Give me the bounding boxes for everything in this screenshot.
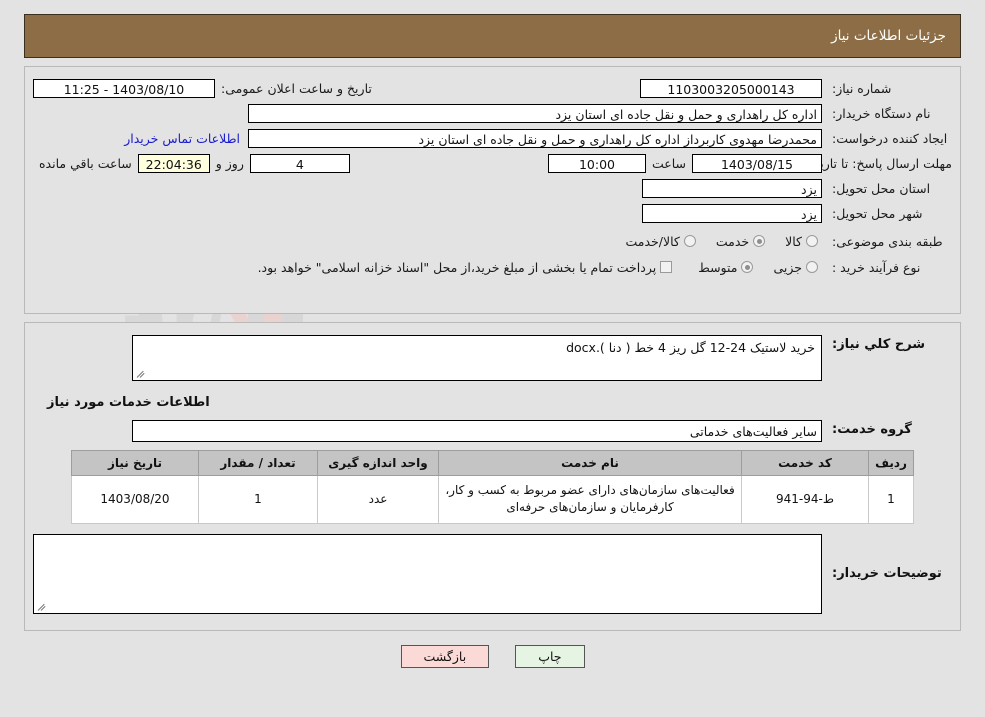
service-group-value: سایر فعالیت‌های خدماتی [132, 420, 822, 442]
page-title: جزئیات اطلاعات نیاز [831, 28, 946, 44]
resize-grip-icon[interactable] [136, 368, 146, 378]
cell-service-name: فعالیت‌های سازمان‌های دارای عضو مربوط به… [438, 475, 742, 524]
request-creator-value: محمدرضا مهدوی کاربرداز اداره کل راهداری … [248, 128, 822, 148]
buyer-notes-textarea[interactable] [33, 533, 822, 614]
category-option-goods[interactable]: کالا [769, 234, 822, 249]
action-button-bar: چاپ بازگشت [0, 644, 985, 668]
treasury-doc-label: پرداخت تمام یا بخشی از مبلغ خرید،از محل … [257, 259, 657, 275]
buyer-org-row: نام دستگاه خریدار: اداره کل راهداری و حم… [25, 102, 960, 124]
radio-medium-icon[interactable] [741, 261, 754, 273]
response-deadline-row: مهلت ارسال پاسخ: تا تاریخ: 1403/08/15 سا… [25, 152, 960, 174]
th-unit: واحد اندازه گیری [317, 450, 439, 476]
request-creator-label: ایجاد کننده درخواست: [832, 130, 948, 146]
delivery-province-value: یزد [642, 178, 822, 198]
general-description-label: شرح کلي نیاز: [832, 337, 926, 352]
table-header-row: ردیف کد خدمت نام خدمت واحد اندازه گیری ت… [71, 450, 914, 476]
hour-word-label: ساعت [651, 155, 686, 171]
category-option-goods-service[interactable]: کالا/خدمت [609, 234, 699, 249]
radio-minor-icon[interactable] [806, 261, 818, 273]
response-deadline-label: مهلت ارسال پاسخ: تا تاریخ: [807, 155, 952, 171]
purchase-process-label: نوع فرآیند خرید : [832, 259, 921, 275]
delivery-province-label: استان محل تحویل: [832, 180, 931, 196]
radio-goods-icon[interactable] [806, 235, 818, 247]
remaining-word-label: ساعت باقي مانده [39, 155, 132, 171]
buyer-org-value: اداره کل راهداری و حمل و نقل جاده ای است… [248, 103, 822, 123]
buyer-contact-link[interactable]: اطلاعات تماس خریدار [124, 131, 240, 146]
general-description-row: شرح کلي نیاز: خرید لاستیک 24-12 گل ریز 4… [25, 335, 960, 381]
checkbox-treasury-icon[interactable] [660, 261, 673, 273]
publish-datetime-value: 1403/08/10 - 11:25 [33, 78, 215, 98]
service-group-label: گروه خدمت: [832, 422, 912, 437]
deadline-date-value: 1403/08/15 [692, 153, 822, 173]
category-goods-service-label: کالا/خدمت [625, 233, 680, 249]
cell-unit: عدد [317, 475, 439, 524]
cell-service-code: ط-94-941 [741, 475, 869, 524]
radio-service-icon[interactable] [753, 235, 766, 247]
purchase-process-row: نوع فرآیند خرید : جزیی متوسط پرداخت تمام… [25, 256, 960, 278]
general-description-textarea[interactable]: خرید لاستیک 24-12 گل ریز 4 خط ( دنا ).do… [132, 335, 822, 381]
deadline-time-value: 10:00 [547, 153, 646, 173]
remaining-days-value: 4 [249, 153, 350, 173]
page-header-band: جزئیات اطلاعات نیاز [24, 14, 961, 58]
days-word-label: روز و [215, 155, 244, 171]
th-index: ردیف [868, 450, 914, 476]
cell-index: 1 [868, 475, 914, 524]
table-row: 1 ط-94-941 فعالیت‌های سازمان‌های دارای ع… [71, 475, 914, 524]
back-button[interactable]: بازگشت [400, 644, 490, 668]
countdown-timer-value: 22:04:36 [137, 153, 210, 173]
need-number-value: 1103003205000143 [640, 78, 822, 98]
category-option-service[interactable]: خدمت [700, 234, 769, 249]
th-need-date: تاریخ نیاز [71, 450, 199, 476]
delivery-province-row: استان محل تحویل: یزد [25, 177, 960, 199]
category-service-label: خدمت [715, 233, 750, 249]
need-summary-panel: شماره نیاز: 1103003205000143 تاریخ و ساع… [24, 66, 961, 314]
treasury-doc-option[interactable]: پرداخت تمام یا بخشی از مبلغ خرید،از محل … [242, 260, 677, 275]
resize-grip-icon[interactable] [37, 601, 47, 611]
cell-need-date: 1403/08/20 [71, 475, 199, 524]
delivery-city-row: شهر محل تحویل: یزد [25, 202, 960, 224]
need-number-row: شماره نیاز: 1103003205000143 تاریخ و ساع… [25, 77, 960, 99]
process-minor-label: جزیی [773, 259, 802, 275]
buyer-notes-row: توضیحات خریدار: [25, 533, 960, 614]
th-service-name: نام خدمت [438, 450, 742, 476]
service-items-table: ردیف کد خدمت نام خدمت واحد اندازه گیری ت… [71, 450, 914, 524]
request-creator-row: ایجاد کننده درخواست: محمدرضا مهدوی کاربر… [25, 127, 960, 149]
buyer-notes-label: توضیحات خریدار: [832, 565, 942, 581]
publish-datetime-label: تاریخ و ساعت اعلان عمومی: [221, 80, 372, 96]
cell-quantity: 1 [198, 475, 318, 524]
delivery-city-label: شهر محل تحویل: [832, 205, 923, 221]
radio-goods-service-icon[interactable] [683, 235, 696, 247]
th-service-code: کد خدمت [741, 450, 869, 476]
th-quantity: تعداد / مقدار [198, 450, 318, 476]
buyer-org-label: نام دستگاه خریدار: [832, 105, 931, 121]
subject-category-label: طبقه بندی موضوعی: [832, 233, 943, 249]
services-section-heading: اطلاعات خدمات مورد نیاز [47, 395, 210, 410]
service-items-table-wrapper: ردیف کد خدمت نام خدمت واحد اندازه گیری ت… [25, 450, 960, 524]
process-medium-label: متوسط [698, 259, 738, 275]
need-number-label: شماره نیاز: [832, 80, 892, 96]
category-goods-label: کالا [785, 233, 802, 249]
print-button[interactable]: چاپ [515, 644, 585, 668]
service-group-row: گروه خدمت: سایر فعالیت‌های خدماتی [25, 420, 960, 442]
general-description-value: خرید لاستیک 24-12 گل ریز 4 خط ( دنا ).do… [566, 340, 815, 355]
delivery-city-value: یزد [642, 203, 822, 223]
process-option-medium[interactable]: متوسط [682, 260, 757, 275]
process-option-minor[interactable]: جزیی [757, 260, 822, 275]
subject-category-row: طبقه بندی موضوعی: کالا خدمت کالا/خدمت [25, 230, 960, 252]
services-panel: شرح کلي نیاز: خرید لاستیک 24-12 گل ریز 4… [24, 322, 961, 631]
